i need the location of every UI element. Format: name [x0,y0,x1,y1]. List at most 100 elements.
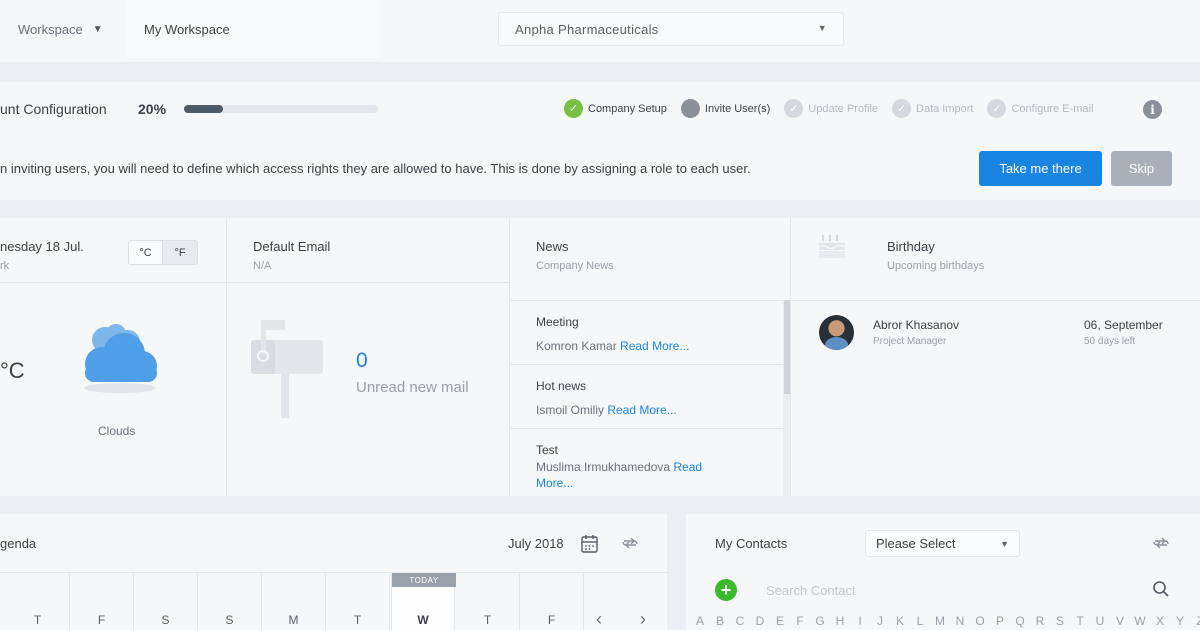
workspace-dropdown[interactable]: Workspace ▼ [0,0,122,58]
contacts-filter-value: Please Select [876,536,956,551]
workspace-name[interactable]: My Workspace [125,0,380,58]
top-bar: Workspace ▼ My Workspace Anpha Pharmaceu… [0,0,1200,62]
alphabet-letter[interactable]: E [770,614,790,628]
step-configure-email[interactable]: ✓ Configure E-mail [987,99,1093,118]
alphabet-letter[interactable]: S [1050,614,1070,628]
alphabet-letter[interactable]: R [1030,614,1050,628]
alphabet-letter[interactable]: T [1070,614,1090,628]
next-arrow-icon[interactable]: › [640,609,646,630]
day-letter: T [483,613,492,627]
agenda-days-row: T F S S M T TODAY W T F ‹ › [0,572,667,630]
step-label: Invite User(s) [704,102,771,115]
progress-bar-fill [184,105,223,113]
check-icon: ✓ [784,99,804,118]
day-letter: F [97,613,106,627]
agenda-month: July 2018 [508,536,564,551]
take-me-there-button[interactable]: Take me there [979,151,1102,186]
agenda-day-today[interactable]: TODAY W [391,573,456,630]
step-label: Data Import [916,102,974,115]
alphabet-letter[interactable]: V [1110,614,1130,628]
agenda-day[interactable]: T [6,573,70,630]
alphabet-letter[interactable]: A [690,614,710,628]
alphabet-letter[interactable]: Q [1010,614,1030,628]
alphabet-letter[interactable]: I [850,614,870,628]
chevron-down-icon: ▼ [817,23,827,33]
check-icon: ✓ [892,99,912,118]
alphabet-letter[interactable]: Y [1170,614,1190,628]
alphabet-letter[interactable]: L [910,614,930,628]
avatar[interactable] [819,315,854,350]
email-widget: Default Email N/A 0 Unread new mail [226,218,509,496]
alphabet-letter[interactable]: K [890,614,910,628]
info-icon[interactable]: i [1143,100,1162,119]
step-data-import[interactable]: ✓ Data Import [892,99,973,118]
workspace-dropdown-label: Workspace [18,21,83,37]
alphabet-letter[interactable]: H [830,614,850,628]
alphabet-letter[interactable]: Z [1190,614,1200,628]
day-letter: S [161,613,170,627]
alphabet-letter[interactable]: O [970,614,990,628]
previous-arrow-icon[interactable]: ‹ [596,609,602,630]
invite-users-notice: n inviting users, you will need to defin… [0,136,1200,200]
read-more-link[interactable]: Read More... [607,403,676,417]
alphabet-letter[interactable]: W [1130,614,1150,628]
cake-icon [818,235,846,258]
agenda-day[interactable]: T [326,573,390,630]
weather-date: nesday 18 Jul. [0,239,84,254]
birthday-widget-subtitle: Upcoming birthdays [887,260,985,272]
alphabet-letter[interactable]: C [730,614,750,628]
news-item-title: Hot news [536,379,587,393]
unread-mail-count[interactable]: 0 [356,349,368,373]
email-widget-subtitle: N/A [253,260,272,272]
skip-button[interactable]: Skip [1111,151,1172,186]
alphabet-letter[interactable]: G [810,614,830,628]
step-label: Configure E-mail [1011,102,1094,115]
refresh-icon[interactable] [1152,534,1170,552]
calendar-icon[interactable] [581,534,598,553]
alphabet-letter[interactable]: J [870,614,890,628]
step-company-setup[interactable]: ✓ Company Setup [564,99,667,118]
agenda-day[interactable]: M [262,573,326,630]
contact-search-input[interactable]: Search Contact [766,583,856,598]
alphabet-letter[interactable]: U [1090,614,1110,628]
progress-bar [184,105,378,113]
weather-condition: Clouds [98,424,136,438]
fahrenheit-button[interactable]: °F [163,241,197,264]
alphabet-letter[interactable]: F [790,614,810,628]
alphabet-letter[interactable]: N [950,614,970,628]
alphabet-letter[interactable]: B [710,614,730,628]
birthday-person-name[interactable]: Abror Khasanov [873,318,959,332]
today-badge: TODAY [392,573,456,587]
news-widget-subtitle: Company News [536,260,614,272]
news-item-author: Ismoil Omiliy [536,403,604,417]
progress-percent: 20% [138,101,167,117]
contacts-filter-select[interactable]: Please Select ▼ [865,530,1020,557]
celsius-button[interactable]: °C [129,241,163,264]
temperature-unit-toggle: °C °F [128,240,198,265]
agenda-day[interactable]: T [456,573,520,630]
news-item-body: Muslima Irmukhamedova Read More... [536,459,736,491]
alphabet-letter[interactable]: P [990,614,1010,628]
alphabet-letter[interactable]: D [750,614,770,628]
read-more-link[interactable]: Read More... [620,339,689,353]
cloud-icon [84,324,157,393]
add-contact-button[interactable]: + [715,579,737,601]
step-update-profile[interactable]: ✓ Update Profile [784,99,878,118]
agenda-day[interactable]: S [134,573,198,630]
widgets-row: nesday 18 Jul. rk °C °F °C Clouds Defaul… [0,218,1200,496]
alphabet-letter[interactable]: X [1150,614,1170,628]
check-icon: ✓ [987,99,1007,118]
unread-mail-label: Unread new mail [356,379,469,396]
search-icon[interactable] [1152,580,1170,598]
agenda-day[interactable]: F [70,573,134,630]
company-dropdown[interactable]: Anpha Pharmaceuticals ▼ [498,12,844,46]
refresh-icon[interactable] [621,534,639,552]
agenda-day[interactable]: F [520,573,584,630]
day-letter: T [33,613,42,627]
alphabet-letter[interactable]: M [930,614,950,628]
step-invite-users[interactable]: Invite User(s) [680,99,771,118]
check-icon: ✓ [564,99,583,118]
temperature: °C [0,358,25,383]
agenda-day[interactable]: S [198,573,262,630]
chevron-down-icon: ▼ [92,23,103,35]
